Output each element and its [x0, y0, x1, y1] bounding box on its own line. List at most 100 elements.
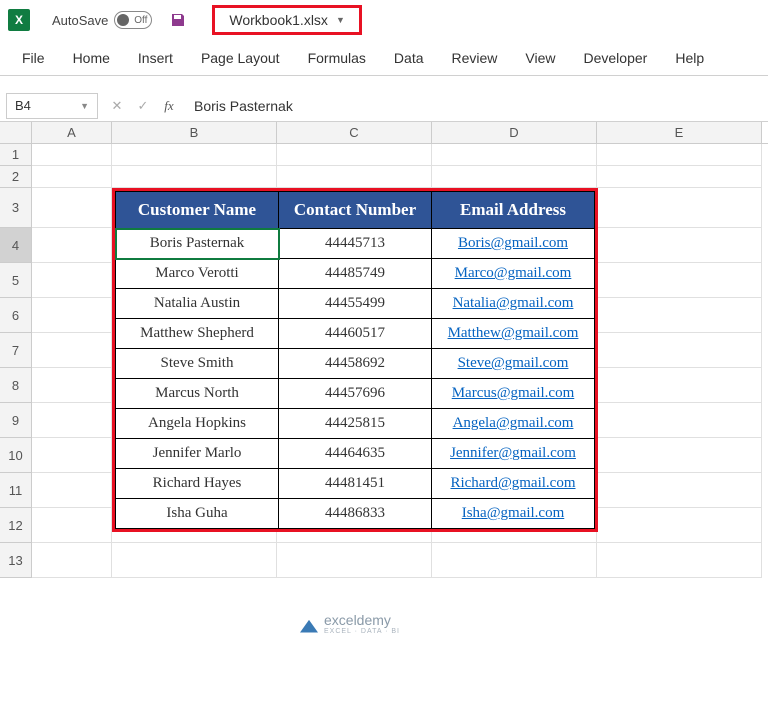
cell[interactable] — [32, 368, 112, 403]
cell[interactable] — [32, 298, 112, 333]
cell[interactable] — [597, 403, 762, 438]
check-icon[interactable]: ✓ — [132, 95, 154, 117]
cell[interactable] — [597, 368, 762, 403]
cell-email[interactable]: Angela@gmail.com — [432, 409, 595, 439]
cell[interactable] — [32, 473, 112, 508]
cell-name[interactable]: Matthew Shepherd — [116, 319, 279, 349]
cell[interactable] — [32, 188, 112, 228]
cell[interactable] — [597, 543, 762, 578]
cell[interactable] — [32, 403, 112, 438]
cell-contact[interactable]: 44455499 — [279, 289, 432, 319]
cell-name[interactable]: Jennifer Marlo — [116, 439, 279, 469]
row-header[interactable]: 4 — [0, 228, 32, 263]
cell-email[interactable]: Isha@gmail.com — [432, 499, 595, 529]
cell[interactable] — [597, 473, 762, 508]
cell-name[interactable]: Marco Verotti — [116, 259, 279, 289]
select-all-corner[interactable] — [0, 122, 32, 143]
cell-contact[interactable]: 44460517 — [279, 319, 432, 349]
cell[interactable] — [32, 263, 112, 298]
cancel-icon[interactable]: ✕ — [106, 95, 128, 117]
cell-name[interactable]: Isha Guha — [116, 499, 279, 529]
cell-name[interactable]: Boris Pasternak — [116, 229, 279, 259]
col-header-d[interactable]: D — [432, 122, 597, 143]
cell-contact[interactable]: 44464635 — [279, 439, 432, 469]
th-contact[interactable]: Contact Number — [279, 192, 432, 229]
cell[interactable] — [277, 543, 432, 578]
cell[interactable] — [597, 263, 762, 298]
cell-email[interactable]: Matthew@gmail.com — [432, 319, 595, 349]
cell-contact[interactable]: 44486833 — [279, 499, 432, 529]
cell[interactable] — [32, 166, 112, 188]
formula-input[interactable]: Boris Pasternak — [180, 98, 768, 114]
row-header[interactable]: 11 — [0, 473, 32, 508]
row-header[interactable]: 10 — [0, 438, 32, 473]
cell[interactable] — [112, 144, 277, 166]
cell[interactable] — [597, 228, 762, 263]
cell[interactable] — [112, 166, 277, 188]
cell[interactable] — [112, 543, 277, 578]
tab-help[interactable]: Help — [661, 42, 718, 74]
tab-file[interactable]: File — [8, 42, 59, 74]
name-box[interactable]: B4 ▼ — [6, 93, 98, 119]
row-header[interactable]: 13 — [0, 543, 32, 578]
cell[interactable] — [597, 298, 762, 333]
cell[interactable] — [32, 438, 112, 473]
row-header[interactable]: 7 — [0, 333, 32, 368]
cell-name[interactable]: Natalia Austin — [116, 289, 279, 319]
cell-email[interactable]: Marco@gmail.com — [432, 259, 595, 289]
row-header[interactable]: 3 — [0, 188, 32, 228]
th-email[interactable]: Email Address — [432, 192, 595, 229]
cell-email[interactable]: Richard@gmail.com — [432, 469, 595, 499]
cell[interactable] — [597, 508, 762, 543]
col-header-c[interactable]: C — [277, 122, 432, 143]
filename-box[interactable]: Workbook1.xlsx ▼ — [212, 5, 361, 35]
tab-view[interactable]: View — [511, 42, 569, 74]
row-header[interactable]: 5 — [0, 263, 32, 298]
cell-email[interactable]: Boris@gmail.com — [432, 229, 595, 259]
cell[interactable] — [432, 166, 597, 188]
autosave-toggle[interactable]: Off — [114, 11, 152, 29]
fx-icon[interactable]: fx — [158, 95, 180, 117]
th-name[interactable]: Customer Name — [116, 192, 279, 229]
cell[interactable] — [277, 144, 432, 166]
cell[interactable] — [432, 144, 597, 166]
row-header[interactable]: 1 — [0, 144, 32, 166]
tab-data[interactable]: Data — [380, 42, 438, 74]
cell-contact[interactable]: 44445713 — [279, 229, 432, 259]
row-header[interactable]: 6 — [0, 298, 32, 333]
cell-name[interactable]: Angela Hopkins — [116, 409, 279, 439]
col-header-e[interactable]: E — [597, 122, 762, 143]
cell-contact[interactable]: 44481451 — [279, 469, 432, 499]
cell-name[interactable]: Richard Hayes — [116, 469, 279, 499]
cell-contact[interactable]: 44457696 — [279, 379, 432, 409]
cell[interactable] — [32, 144, 112, 166]
tab-page-layout[interactable]: Page Layout — [187, 42, 294, 74]
cell[interactable] — [32, 508, 112, 543]
cell[interactable] — [32, 333, 112, 368]
cell-name[interactable]: Steve Smith — [116, 349, 279, 379]
cell[interactable] — [597, 438, 762, 473]
row-header[interactable]: 12 — [0, 508, 32, 543]
cell[interactable] — [432, 543, 597, 578]
cell[interactable] — [597, 144, 762, 166]
cell[interactable] — [597, 166, 762, 188]
cell[interactable] — [32, 228, 112, 263]
row-header[interactable]: 9 — [0, 403, 32, 438]
cell-contact[interactable]: 44485749 — [279, 259, 432, 289]
cell[interactable] — [597, 188, 762, 228]
cell-name[interactable]: Marcus North — [116, 379, 279, 409]
cell[interactable] — [277, 166, 432, 188]
cell[interactable] — [597, 333, 762, 368]
tab-developer[interactable]: Developer — [570, 42, 662, 74]
row-header[interactable]: 8 — [0, 368, 32, 403]
cell-contact[interactable]: 44458692 — [279, 349, 432, 379]
cell-contact[interactable]: 44425815 — [279, 409, 432, 439]
cell-email[interactable]: Marcus@gmail.com — [432, 379, 595, 409]
cell[interactable] — [32, 543, 112, 578]
tab-review[interactable]: Review — [438, 42, 512, 74]
row-header[interactable]: 2 — [0, 166, 32, 188]
cell-email[interactable]: Natalia@gmail.com — [432, 289, 595, 319]
col-header-b[interactable]: B — [112, 122, 277, 143]
col-header-a[interactable]: A — [32, 122, 112, 143]
cell-email[interactable]: Steve@gmail.com — [432, 349, 595, 379]
